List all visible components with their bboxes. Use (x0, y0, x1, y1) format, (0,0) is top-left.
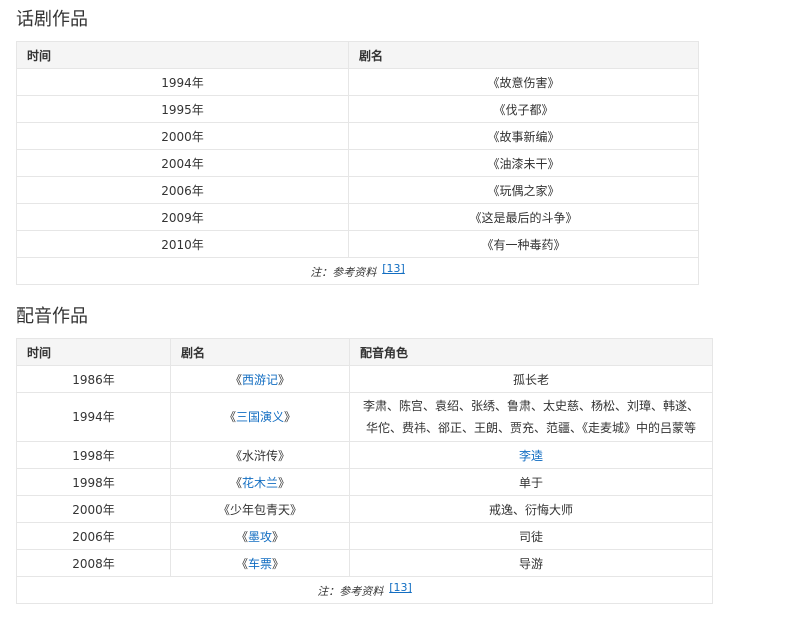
reference-link[interactable]: [13] (382, 262, 405, 275)
year-cell: 2008年 (16, 549, 171, 577)
role-cell: 司徒 (349, 522, 713, 550)
role-cell: 李肃、陈宫、袁绍、张绣、鲁肃、太史慈、杨松、刘璋、韩遂、 华佗、费祎、郤正、王朗、… (349, 392, 713, 442)
table-header-row: 时间 剧名 (16, 41, 699, 69)
work-name: 水浒传 (241, 448, 278, 463)
title-close-quote: 》 (272, 529, 285, 544)
role-link[interactable]: 李逵 (519, 449, 543, 463)
role-cell: 孤长老 (349, 365, 713, 393)
table-note: 注：参考资料 (317, 585, 384, 598)
table-row: 2006年 《墨攻》 司徒 (16, 522, 713, 550)
year-cell: 1986年 (16, 365, 171, 393)
year-cell: 1994年 (16, 68, 349, 96)
table-note-row: 注：参考资料 [13] (16, 576, 713, 604)
column-header-time: 时间 (16, 338, 171, 366)
table-note: 注：参考资料 (310, 266, 377, 279)
table-row: 2004年 《油漆未干》 (16, 149, 699, 177)
year-cell: 2000年 (16, 495, 171, 523)
play-name-cell: 《故意伤害》 (348, 68, 699, 96)
title-close-quote: 》 (284, 410, 297, 424)
play-name-cell: 《这是最后的斗争》 (348, 203, 699, 231)
year-cell: 2000年 (16, 122, 349, 150)
role-line: 李肃、陈宫、袁绍、张绣、鲁肃、太史慈、杨松、刘璋、韩遂、 (362, 399, 699, 413)
column-header-title: 剧名 (170, 338, 350, 366)
reference-link[interactable]: [13] (389, 581, 412, 594)
table-row: 1995年 《伐子都》 (16, 95, 699, 123)
table-row: 1998年 《花木兰》 单于 (16, 468, 713, 496)
year-cell: 1995年 (16, 95, 349, 123)
table-row: 2000年 《故事新编》 (16, 122, 699, 150)
title-open-quote: 《 (217, 502, 230, 517)
role-cell: 单于 (349, 468, 713, 496)
year-cell: 1998年 (16, 441, 171, 469)
table-note-row: 注：参考资料 [13] (16, 257, 699, 285)
title-open-quote: 《 (229, 372, 242, 387)
year-cell: 1994年 (16, 392, 171, 442)
play-name-cell: 《故事新编》 (348, 122, 699, 150)
play-name-cell: 《伐子都》 (348, 95, 699, 123)
dubbing-section-title: 配音作品 (16, 306, 88, 327)
work-link[interactable]: 三国演义 (236, 410, 284, 424)
table-row: 2006年 《玩偶之家》 (16, 176, 699, 204)
year-cell: 1998年 (16, 468, 171, 496)
drama-table: 时间 剧名 1994年 《故意伤害》 1995年 《伐子都》 2000年 《故事… (16, 41, 699, 285)
title-close-quote: 》 (278, 448, 291, 463)
table-row: 2009年 《这是最后的斗争》 (16, 203, 699, 231)
work-link[interactable]: 车票 (248, 557, 272, 571)
work-name-cell: 《花木兰》 (170, 468, 350, 496)
title-open-quote: 《 (223, 410, 236, 424)
title-close-quote: 》 (272, 556, 285, 571)
work-name-cell: 《墨攻》 (170, 522, 350, 550)
table-row: 1986年 《西游记》 孤长老 (16, 365, 713, 393)
role-cell: 李逵 (349, 441, 713, 469)
column-header-time: 时间 (16, 41, 349, 69)
title-open-quote: 《 (229, 475, 242, 490)
table-header-row: 时间 剧名 配音角色 (16, 338, 713, 366)
table-row: 2000年 《少年包青天》 戒逸、衍悔大师 (16, 495, 713, 523)
play-name-cell: 《玩偶之家》 (348, 176, 699, 204)
year-cell: 2009年 (16, 203, 349, 231)
year-cell: 2006年 (16, 176, 349, 204)
note-cell: 注：参考资料 [13] (16, 257, 699, 285)
play-name-cell: 《有一种毒药》 (348, 230, 699, 258)
dubbing-table: 时间 剧名 配音角色 1986年 《西游记》 孤长老 1994年 《三国演义》 … (16, 338, 713, 604)
column-header-title: 剧名 (348, 41, 699, 69)
title-open-quote: 《 (229, 448, 242, 463)
work-name-cell: 《三国演义》 (170, 392, 350, 442)
table-row: 1994年 《三国演义》 李肃、陈宫、袁绍、张绣、鲁肃、太史慈、杨松、刘璋、韩遂… (16, 392, 713, 442)
work-link[interactable]: 墨攻 (248, 530, 272, 544)
note-cell: 注：参考资料 [13] (16, 576, 713, 604)
work-link[interactable]: 花木兰 (242, 476, 278, 490)
work-name-cell: 《车票》 (170, 549, 350, 577)
title-close-quote: 》 (278, 372, 291, 387)
column-header-role: 配音角色 (349, 338, 713, 366)
title-open-quote: 《 (235, 556, 248, 571)
play-name-cell: 《油漆未干》 (348, 149, 699, 177)
year-cell: 2004年 (16, 149, 349, 177)
table-row: 1994年 《故意伤害》 (16, 68, 699, 96)
title-open-quote: 《 (235, 529, 248, 544)
role-line: 华佗、费祎、郤正、王朗、贾充、范疆、《走麦城》中的吕蒙等 (365, 421, 696, 435)
title-close-quote: 》 (278, 475, 291, 490)
work-name-cell: 《西游记》 (170, 365, 350, 393)
title-close-quote: 》 (290, 502, 303, 517)
role-cell: 戒逸、衍悔大师 (349, 495, 713, 523)
year-cell: 2010年 (16, 230, 349, 258)
table-row: 1998年 《水浒传》 李逵 (16, 441, 713, 469)
role-cell: 导游 (349, 549, 713, 577)
work-name-cell: 《少年包青天》 (170, 495, 350, 523)
work-link[interactable]: 西游记 (242, 373, 278, 387)
table-row: 2010年 《有一种毒药》 (16, 230, 699, 258)
year-cell: 2006年 (16, 522, 171, 550)
drama-section-title: 话剧作品 (16, 9, 88, 30)
table-row: 2008年 《车票》 导游 (16, 549, 713, 577)
work-name: 少年包青天 (229, 502, 290, 517)
work-name-cell: 《水浒传》 (170, 441, 350, 469)
